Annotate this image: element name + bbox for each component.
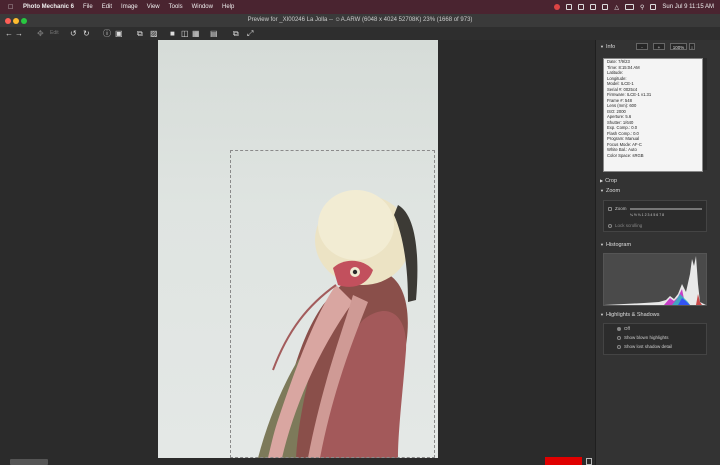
menu-image[interactable]: Image	[121, 4, 138, 10]
menu-extras: △ ⚲ Sun Jul 9 11:15 AM	[554, 0, 714, 14]
zoom-label: Zoom	[615, 206, 627, 211]
lock-scrolling-checkbox[interactable]	[608, 224, 612, 228]
histogram-header-label: Histogram	[605, 242, 632, 248]
menu-view[interactable]: View	[147, 4, 160, 10]
app-icon-3[interactable]	[590, 4, 597, 10]
wifi-icon[interactable]: △	[614, 4, 619, 11]
status-indicator	[10, 459, 48, 465]
blown-highlights-radio[interactable]	[617, 336, 621, 340]
disclosure-right-icon: ▶	[600, 178, 604, 183]
blown-highlights-label: Show blown highlights	[624, 335, 669, 340]
app-icon-2[interactable]	[578, 4, 585, 10]
copy-icon[interactable]: ⧉	[137, 29, 143, 38]
highlights-off-radio[interactable]	[617, 327, 621, 331]
battery-icon[interactable]	[625, 4, 634, 10]
info-icon[interactable]: ⓘ	[103, 29, 111, 38]
window-title-bar: Preview for _XI00246 La Jolla -- ☺A.ARW …	[0, 14, 720, 27]
side-panel: ▼ Info - + 100% ↕ Date: 7/9/23 Time: 8:15:…	[595, 40, 720, 465]
rotate-right-icon[interactable]: ↻	[83, 29, 90, 38]
zoom-out-button[interactable]: -	[636, 43, 648, 50]
menu-help[interactable]: Help	[222, 4, 234, 10]
apple-icon[interactable]: 	[8, 4, 14, 11]
highlights-section-header[interactable]: ▼ Highlights & Shadows	[600, 312, 659, 318]
menu-app-name[interactable]: Photo Mechanic 6	[23, 4, 74, 10]
info-section-header[interactable]: ▼ Info	[600, 44, 615, 50]
control-center-icon[interactable]	[650, 4, 657, 10]
info-metadata-list[interactable]: Date: 7/9/23 Time: 8:15:04 AM Latitude: Lon…	[603, 58, 703, 172]
resize-icon[interactable]	[586, 458, 592, 465]
zoom-section-header[interactable]: ▼ Zoom	[600, 188, 620, 194]
zoom-stepper[interactable]: ↕	[689, 43, 695, 50]
lost-shadow-radio[interactable]	[617, 345, 621, 349]
histogram	[603, 253, 707, 306]
toolbar: ← → ✥ Edit ↺ ↻ ⓘ ▣ ⧉ ▨ ■ ◫ ▦ ▤ ⧉ ⤢	[0, 27, 720, 41]
trash-icon[interactable]: ▨	[150, 29, 158, 38]
window-title: Preview for _XI00246 La Jolla -- ☺A.ARW …	[247, 17, 473, 23]
search-icon[interactable]: ⚲	[640, 4, 644, 11]
info-scrollbar[interactable]	[703, 58, 707, 170]
layout-split-icon[interactable]: ◫	[181, 29, 189, 38]
info-line: Color Space: sRGB	[607, 152, 644, 158]
crop-icon[interactable]: ⧉	[233, 29, 239, 38]
arrow-right-icon[interactable]: →	[15, 29, 23, 38]
highlights-options: Off Show blown highlights Show lost shad…	[603, 323, 707, 355]
zoom-controls: Zoom ¼ ½ ⅛ 1 2 3 4 5 6 7 8 Lock scrollin…	[603, 200, 707, 232]
zoom-checkbox[interactable]	[608, 207, 612, 211]
highlights-header-label: Highlights & Shadows	[605, 312, 660, 318]
menu-window[interactable]: Window	[192, 4, 213, 10]
zoom-scale-labels: ¼ ½ ⅛ 1 2 3 4 5 6 7 8	[630, 213, 665, 217]
disclosure-down-icon: ▼	[600, 188, 604, 193]
app-icon-1[interactable]	[566, 4, 573, 10]
fullscreen-icon[interactable]: ⤢	[247, 29, 253, 38]
move-icon[interactable]: ✥	[37, 29, 44, 38]
layout-grid-icon[interactable]: ▦	[192, 29, 200, 38]
status-red-block	[545, 457, 582, 465]
zoom-slider[interactable]	[630, 208, 702, 210]
menu-edit[interactable]: Edit	[102, 4, 112, 10]
disclosure-down-icon: ▼	[600, 312, 604, 317]
lost-shadow-label: Show lost shadow detail	[624, 344, 673, 349]
preview-canvas	[0, 40, 595, 465]
crop-section-header[interactable]: ▶ Crop	[600, 178, 617, 184]
histogram-section-header[interactable]: ▼ Histogram	[600, 242, 631, 248]
menu-tools[interactable]: Tools	[169, 4, 183, 10]
layout-single-icon[interactable]: ■	[170, 29, 175, 38]
arrow-left-icon[interactable]: ←	[5, 29, 13, 38]
zoom-value-select[interactable]: 100%	[670, 43, 687, 50]
histogram-graph	[604, 256, 706, 305]
disclosure-down-icon: ▼	[600, 44, 604, 49]
menu-bar:  Photo Mechanic 6 File Edit Image View …	[0, 0, 720, 14]
menu-file[interactable]: File	[83, 4, 93, 10]
app-icon-4[interactable]	[602, 4, 609, 10]
status-red-icon[interactable]	[554, 4, 561, 10]
edit-button[interactable]: Edit	[50, 30, 59, 36]
rotate-left-icon[interactable]: ↺	[70, 29, 77, 38]
highlights-off-label: Off	[624, 326, 630, 331]
clock[interactable]: Sun Jul 9 11:15 AM	[662, 4, 714, 10]
info-header-label: Info	[605, 44, 616, 50]
crop-selection[interactable]	[230, 150, 435, 458]
zoom-in-button[interactable]: +	[653, 43, 665, 50]
zoom-header-label: Zoom	[605, 188, 621, 194]
preview-photo[interactable]	[158, 40, 438, 458]
tag-icon[interactable]: ▣	[115, 29, 123, 38]
lock-scrolling-label: Lock scrolling	[615, 223, 643, 228]
crop-header-label: Crop	[605, 178, 617, 184]
layout-strip-icon[interactable]: ▤	[210, 29, 218, 38]
disclosure-down-icon: ▼	[600, 242, 604, 247]
